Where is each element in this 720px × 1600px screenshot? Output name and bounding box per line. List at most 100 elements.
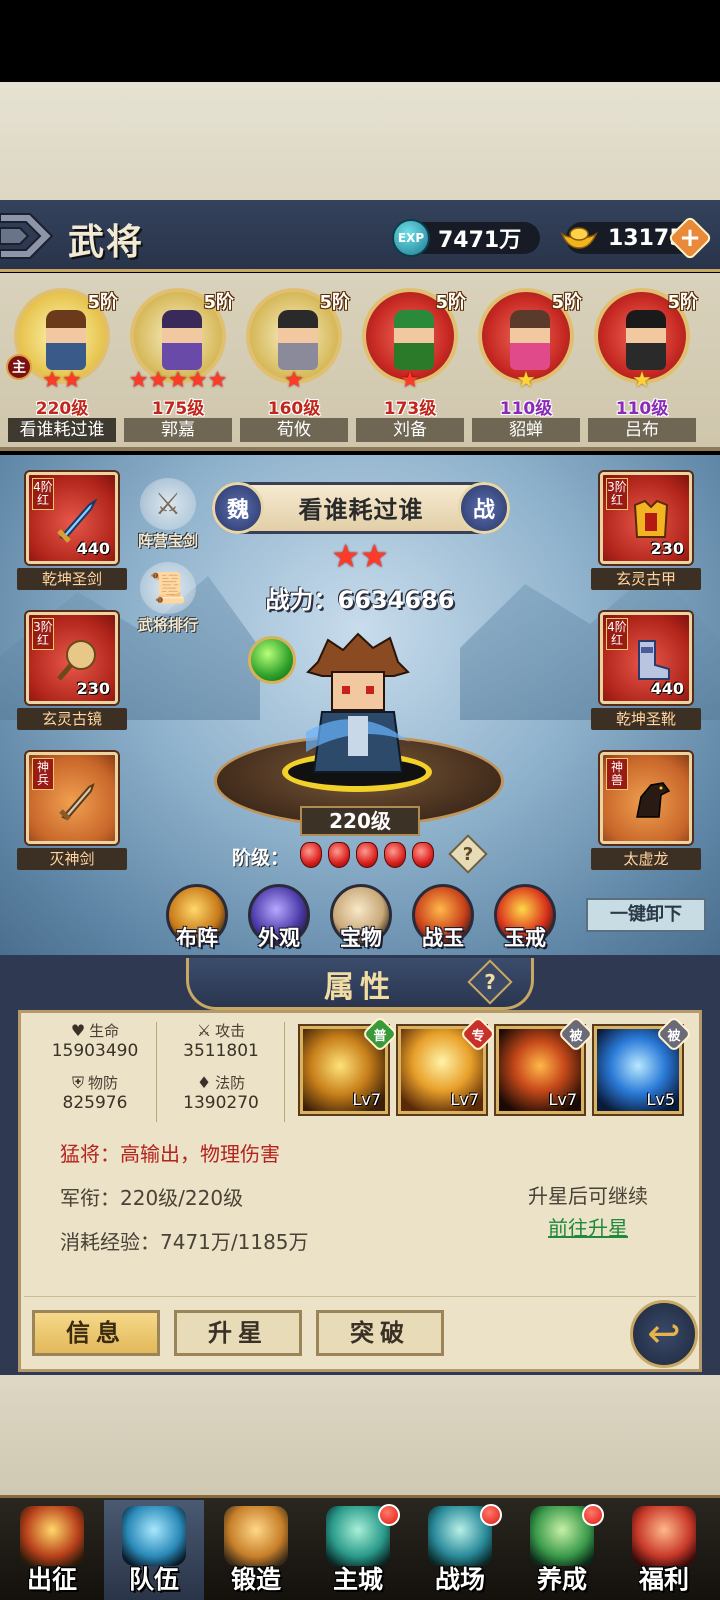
- war-jade-button[interactable]: 战玉: [408, 884, 478, 954]
- equip-slot-armor[interactable]: 3阶红 230: [600, 472, 692, 564]
- equip-slot-boots[interactable]: 4阶红 440: [600, 612, 692, 704]
- divider: [284, 1022, 285, 1122]
- equip-slot-divine-beast[interactable]: 神兽: [600, 752, 692, 844]
- stat-pdef-value: 825976: [62, 1093, 128, 1113]
- horse-icon: [636, 782, 671, 818]
- equip-slot-divine-weapon[interactable]: 神兵: [26, 752, 118, 844]
- main-hero-badge: 主: [6, 354, 32, 380]
- skill-type-label: 专: [471, 1028, 485, 1044]
- equip-name: 玄灵古甲: [591, 568, 701, 590]
- exp-icon: EXP: [392, 219, 430, 257]
- hero-stars: ★: [516, 368, 536, 393]
- hero-stars: ★★★★★: [128, 368, 228, 393]
- pavilion-icon: [632, 1506, 696, 1566]
- nav-forge[interactable]: 锻造: [206, 1500, 306, 1600]
- magic-drop-icon: ♦: [196, 1073, 212, 1092]
- equip-name: 玄灵古镜: [17, 708, 127, 730]
- jade-ring-button[interactable]: 玉戒: [490, 884, 560, 954]
- armor-icon: ⛨: [71, 1073, 84, 1092]
- divider: [24, 1296, 696, 1297]
- camp-sword-button[interactable]: ⚔ 阵营宝剑: [128, 478, 208, 551]
- war-badge[interactable]: 战: [458, 482, 510, 534]
- selected-hero-name: 看谁耗过谁: [298, 496, 424, 524]
- hero-name: 吕布: [588, 418, 696, 442]
- stat-hp: ♥ 生命 15903490: [30, 1020, 160, 1061]
- appearance-button[interactable]: 外观: [244, 884, 314, 954]
- rank-gem-icon: [356, 842, 378, 868]
- tab-breakthrough[interactable]: 突破: [316, 1310, 444, 1356]
- header-ornament-icon: [0, 213, 54, 259]
- gold-ingot-icon: [560, 227, 598, 249]
- hero-sprite[interactable]: [298, 632, 418, 782]
- helmet-icon: [122, 1506, 186, 1566]
- tab-star-up[interactable]: 升星: [174, 1310, 302, 1356]
- star-up-note: 升星后可继续: [528, 1184, 648, 1208]
- jade-ring-label: 玉戒: [504, 926, 546, 950]
- equip-slot-mirror[interactable]: 3阶红 230: [26, 612, 118, 704]
- skill-type-label: 普: [373, 1028, 387, 1044]
- hero-stars: ★: [400, 368, 420, 393]
- nav-cultivate[interactable]: 养成: [512, 1500, 612, 1600]
- skill-type-label: 被: [569, 1028, 583, 1044]
- hero-level: 173级: [383, 399, 437, 419]
- nav-label: 锻造: [230, 1565, 281, 1594]
- hero-card[interactable]: 5阶 ★ 160级 荀攸: [236, 280, 352, 448]
- hero-grade: 5阶: [203, 292, 234, 313]
- exp-cost-info: 消耗经验：7471万/1185万: [60, 1230, 309, 1254]
- hero-grade: 5阶: [435, 292, 466, 313]
- unequip-all-button[interactable]: 一键卸下: [586, 898, 706, 932]
- status-bar-area: [0, 0, 720, 82]
- rank-gem-icon: [384, 842, 406, 868]
- equip-slot-weapon[interactable]: 4阶红 440: [26, 472, 118, 564]
- go-star-up-link[interactable]: 前往升星: [508, 1212, 668, 1241]
- equip-power: 230: [650, 539, 684, 558]
- hero-card[interactable]: 5阶 ★ 173级 刘备: [352, 280, 468, 448]
- skill-slot[interactable]: Lv7 被: [496, 1015, 595, 1114]
- nav-main-city[interactable]: 主城: [308, 1500, 408, 1600]
- green-orb-icon[interactable]: [248, 636, 296, 684]
- armor-icon: [633, 499, 669, 538]
- treasure-button[interactable]: 宝物: [326, 884, 396, 954]
- tab-info[interactable]: 信息: [32, 1310, 160, 1356]
- hero-stars: ★: [284, 368, 304, 393]
- hero-card[interactable]: 5阶 ★★★★★ 175级 郭嘉: [120, 280, 236, 448]
- hero-grade: 5阶: [87, 292, 118, 313]
- nav-team[interactable]: 队伍: [104, 1500, 204, 1600]
- hero-ranking-button[interactable]: 📜 武将排行: [128, 562, 208, 635]
- hero-grade: 5阶: [551, 292, 582, 313]
- hero-grade: 5阶: [667, 292, 698, 313]
- nav-welfare[interactable]: 福利: [614, 1500, 714, 1600]
- nav-expedition[interactable]: 出征: [2, 1500, 102, 1600]
- selected-hero-level: 220级: [300, 806, 420, 836]
- rank-gem-icon: [412, 842, 434, 868]
- hero-card[interactable]: 5阶 ★ 110级 貂蝉: [468, 280, 584, 448]
- heart-icon: ♥: [70, 1021, 86, 1040]
- nav-label: 福利: [638, 1565, 689, 1594]
- hero-card[interactable]: 5阶 ★ 110级 吕布: [584, 280, 700, 448]
- hero-description: 猛将：高输出，物理伤害: [60, 1142, 280, 1166]
- nav-label: 养成: [536, 1565, 587, 1594]
- skill-level: Lv7: [450, 1090, 479, 1109]
- skill-slot[interactable]: Lv7 专: [398, 1015, 497, 1114]
- hero-name: 郭嘉: [124, 418, 232, 442]
- back-button[interactable]: ↩: [630, 1300, 698, 1368]
- equip-tier-tag: 3阶红: [606, 478, 628, 510]
- appearance-label: 外观: [258, 926, 300, 950]
- formation-button[interactable]: 布阵: [162, 884, 232, 954]
- nav-battlefield[interactable]: 战场: [410, 1500, 510, 1600]
- stat-pdef-name: 物防: [88, 1074, 119, 1092]
- dagger-icon: [59, 783, 95, 821]
- skill-type-label: 被: [667, 1028, 681, 1044]
- equip-tier-tag: 4阶红: [606, 618, 628, 650]
- rank-label: 阶级：: [232, 847, 290, 869]
- back-arrow-icon: ↩: [647, 1311, 681, 1357]
- skill-slot[interactable]: Lv7 普: [300, 1015, 399, 1114]
- selected-hero-stars: ★★: [331, 537, 389, 575]
- hero-name: 荀攸: [240, 418, 348, 442]
- hero-level: 220级: [35, 399, 89, 419]
- hero-level: 175级: [151, 399, 205, 419]
- skill-slot[interactable]: Lv5 被: [594, 1015, 693, 1114]
- ranking-scroll-icon: 📜: [140, 562, 196, 614]
- camp-sword-label: 阵营宝剑: [137, 532, 198, 550]
- stat-physical-defense: ⛨ 物防 825976: [30, 1072, 160, 1113]
